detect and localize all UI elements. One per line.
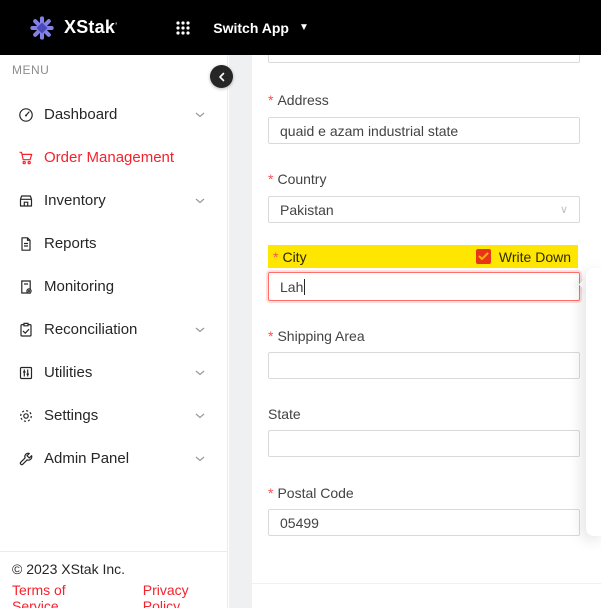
sidebar-item-label: Reconciliation — [44, 321, 195, 338]
sidebar-item-label: Utilities — [44, 364, 195, 381]
sidebar-item-admin-panel[interactable]: Admin Panel — [0, 437, 227, 480]
sliders-icon — [18, 365, 34, 381]
state-label: State — [268, 406, 301, 422]
report-icon — [18, 236, 34, 252]
switch-app-caret-icon[interactable]: ▼ — [299, 22, 309, 33]
gear-icon — [18, 408, 34, 424]
menu-section-label: MENU — [12, 63, 49, 77]
sidebar-item-label: Monitoring — [44, 278, 205, 295]
country-select[interactable]: Pakistan ∨ — [268, 196, 580, 223]
brand-logo[interactable]: XStak ʼ — [28, 14, 117, 42]
shipping-area-input[interactable] — [268, 352, 580, 379]
city-value: Lah — [280, 279, 303, 295]
required-marker: * — [268, 171, 273, 187]
sidebar-item-utilities[interactable]: Utilities — [0, 351, 227, 394]
required-marker: * — [268, 485, 273, 501]
panel-footer-divider — [252, 583, 601, 584]
wrench-icon — [18, 451, 34, 467]
cart-icon — [18, 150, 34, 166]
clipboard-icon — [18, 322, 34, 338]
city-input[interactable]: Lah — [268, 272, 580, 301]
postal-code-value: 05499 — [280, 515, 319, 531]
address-label: *Address — [268, 92, 329, 108]
required-marker: * — [273, 249, 278, 265]
chevron-down-icon — [195, 327, 205, 333]
postal-code-label: *Postal Code — [268, 485, 354, 501]
sidebar-menu: Dashboard Order Management Inventory — [0, 93, 227, 480]
chevron-down-icon — [195, 112, 205, 118]
brand-trademark: ʼ — [115, 22, 117, 33]
privacy-policy-link[interactable]: Privacy Policy — [143, 582, 227, 608]
layout-gutter — [229, 55, 252, 608]
select-chevron-icon: ∨ — [560, 203, 568, 216]
sidebar-item-reports[interactable]: Reports — [0, 222, 227, 265]
sidebar-item-label: Order Management — [44, 149, 205, 166]
sidebar-item-settings[interactable]: Settings — [0, 394, 227, 437]
required-marker: * — [268, 328, 273, 344]
text-cursor — [304, 279, 305, 295]
chevron-down-icon — [195, 370, 205, 376]
city-suggestions-popover[interactable] — [586, 268, 601, 536]
apps-grid-icon[interactable] — [175, 20, 191, 36]
brand-name: XStak — [64, 17, 115, 38]
chevron-down-icon — [195, 413, 205, 419]
sidebar-item-monitoring[interactable]: Monitoring — [0, 265, 227, 308]
sidebar: MENU Dashboard Order Management — [0, 55, 228, 608]
sidebar-item-label: Inventory — [44, 192, 195, 209]
sidebar-collapse-button[interactable] — [210, 65, 233, 88]
sidebar-item-label: Reports — [44, 235, 205, 252]
sidebar-item-inventory[interactable]: Inventory — [0, 179, 227, 222]
sidebar-footer: © 2023 XStak Inc. Terms of Service Priva… — [0, 551, 227, 608]
monitoring-icon — [18, 279, 34, 295]
postal-code-input[interactable]: 05499 — [268, 509, 580, 536]
country-label: *Country — [268, 171, 326, 187]
sidebar-item-label: Dashboard — [44, 106, 195, 123]
write-down-label[interactable]: Write Down — [499, 249, 571, 265]
chevron-down-icon — [195, 456, 205, 462]
app-header: XStak ʼ Switch App ▼ — [0, 0, 601, 55]
state-input[interactable] — [268, 430, 580, 457]
xstak-logo-icon — [28, 14, 56, 42]
required-marker: * — [268, 92, 273, 108]
sidebar-item-dashboard[interactable]: Dashboard — [0, 93, 227, 136]
sidebar-item-label: Admin Panel — [44, 450, 195, 467]
dashboard-icon — [18, 107, 34, 123]
sidebar-item-label: Settings — [44, 407, 195, 424]
country-value: Pakistan — [280, 202, 334, 218]
city-label-highlight-row: *City Write Down — [268, 245, 578, 268]
sidebar-item-reconciliation[interactable]: Reconciliation — [0, 308, 227, 351]
terms-of-service-link[interactable]: Terms of Service — [12, 582, 113, 608]
sidebar-item-order-management[interactable]: Order Management — [0, 136, 227, 179]
address-value: quaid e azam industrial state — [280, 123, 458, 139]
chevron-down-icon — [195, 198, 205, 204]
address-form-panel: test account *Address quaid e azam indus… — [252, 55, 601, 608]
city-label: *City — [273, 249, 307, 265]
address-input[interactable]: quaid e azam industrial state — [268, 117, 580, 144]
store-icon — [18, 193, 34, 209]
switch-app-button[interactable]: Switch App — [213, 20, 289, 36]
shipping-area-label: *Shipping Area — [268, 328, 365, 344]
copyright-text: © 2023 XStak Inc. — [12, 561, 227, 577]
write-down-checkbox[interactable] — [476, 249, 491, 264]
